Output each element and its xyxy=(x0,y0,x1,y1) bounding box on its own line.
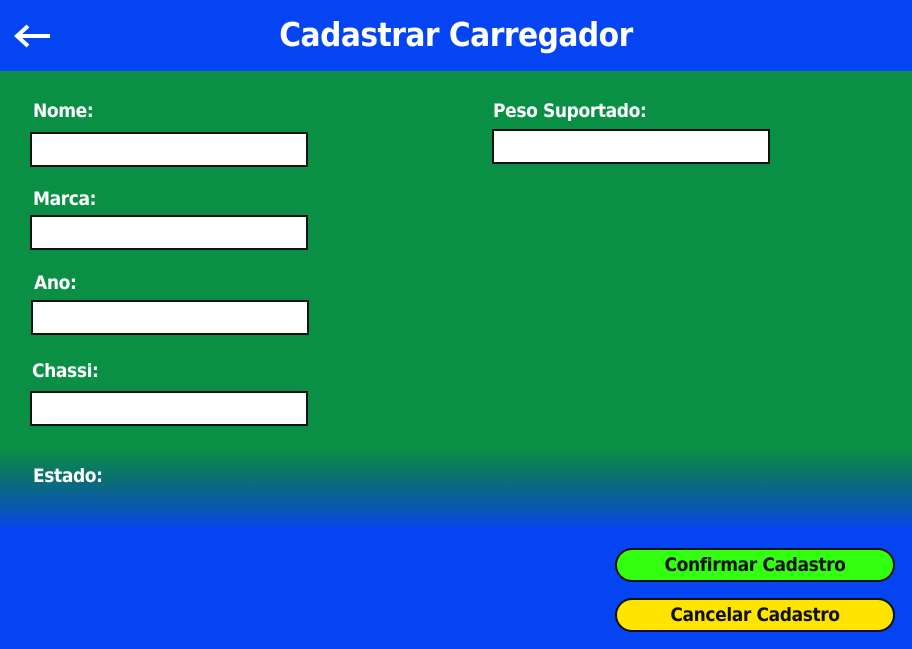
ano-label: Ano: xyxy=(34,272,77,294)
chassi-field[interactable] xyxy=(30,391,308,426)
nome-label: Nome: xyxy=(33,100,94,122)
peso-suportado-field[interactable] xyxy=(492,129,770,164)
marca-field[interactable] xyxy=(30,215,308,250)
page-title: Cadastrar Carregador xyxy=(279,15,633,54)
chassi-label: Chassi: xyxy=(32,360,99,382)
confirm-button[interactable]: Confirmar Cadastro xyxy=(615,548,895,582)
estado-label: Estado: xyxy=(33,465,103,487)
nome-field[interactable] xyxy=(30,132,308,167)
cancel-button[interactable]: Cancelar Cadastro xyxy=(615,598,895,632)
marca-label: Marca: xyxy=(33,188,97,210)
header-bar: Cadastrar Carregador xyxy=(0,0,912,71)
peso-suportado-label: Peso Suportado: xyxy=(493,100,647,122)
ano-field[interactable] xyxy=(31,300,309,335)
